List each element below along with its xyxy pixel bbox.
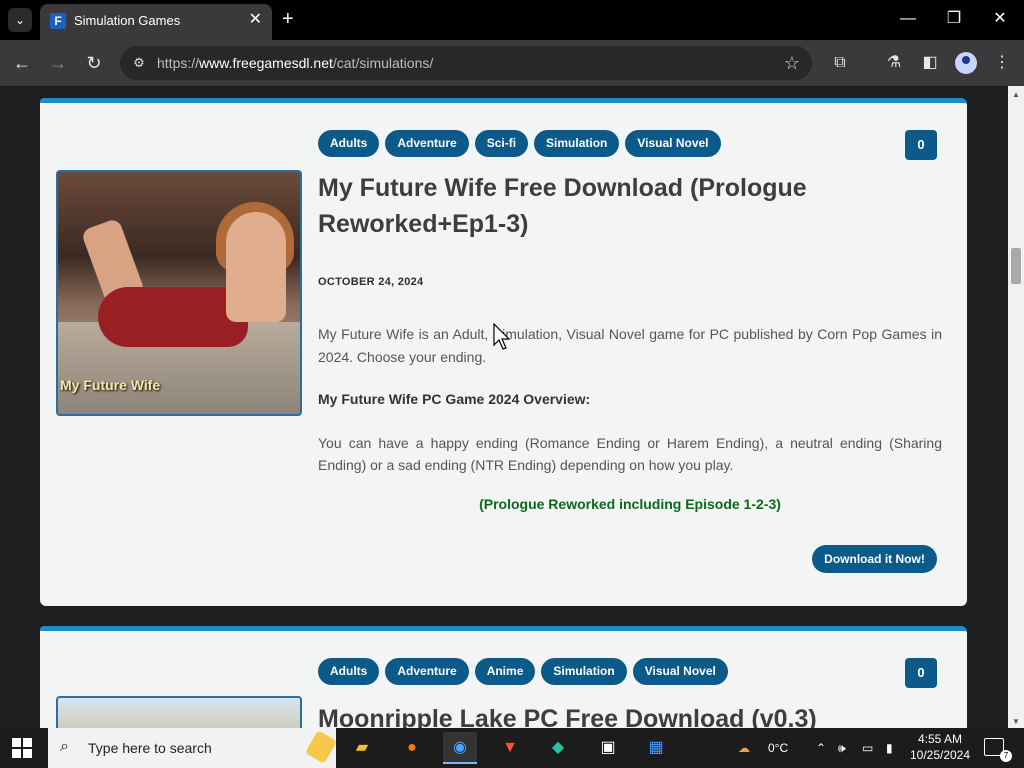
- back-button[interactable]: ←: [11, 52, 33, 74]
- scroll-down-arrow-icon[interactable]: ▼: [1012, 717, 1020, 726]
- brave-icon[interactable]: ▼: [493, 732, 527, 764]
- chrome-icon[interactable]: ◉: [443, 732, 477, 764]
- tag-adults[interactable]: Adults: [318, 130, 380, 157]
- tag-adventure[interactable]: Adventure: [385, 130, 469, 157]
- new-tab-button[interactable]: +: [282, 9, 294, 29]
- app-leaf-icon[interactable]: ◆: [541, 732, 575, 764]
- post-date: OCTOBER 24, 2024: [318, 276, 424, 288]
- tray-chevron-icon[interactable]: ⌃: [816, 740, 826, 756]
- page-viewport: Adults Adventure Sci-fi Simulation Visua…: [0, 86, 1008, 728]
- side-panel-icon[interactable]: ◧: [919, 52, 941, 74]
- system-clock[interactable]: 4:55 AM 10/25/2024: [902, 731, 978, 763]
- comment-count-badge[interactable]: 0: [905, 130, 937, 160]
- post-card: Adults Adventure Sci-fi Simulation Visua…: [40, 98, 967, 606]
- tab-title: Simulation Games: [74, 13, 181, 28]
- extensions-icon[interactable]: ⧉: [829, 52, 851, 74]
- post-description: My Future Wife is an Adult, Simulation, …: [318, 326, 942, 365]
- minimize-button[interactable]: —: [898, 10, 918, 28]
- episode-highlight: (Prologue Reworked including Episode 1-2…: [479, 496, 781, 512]
- overview-text: You can have a happy ending (Romance End…: [318, 435, 942, 473]
- tag-list: Adults Adventure Anime Simulation Visual…: [318, 658, 728, 685]
- address-bar[interactable]: ⚙ https://www.freegamesdl.net/cat/simula…: [120, 46, 812, 80]
- search-icon: ⌕: [60, 738, 69, 755]
- tab-close-icon[interactable]: ✕: [249, 12, 262, 28]
- windows-taskbar: ⌕ Type here to search ▰ ● ◉ ▼ ◆ ▣ ▦ ☁ 0°…: [0, 728, 1024, 768]
- tag-sci-fi[interactable]: Sci-fi: [474, 130, 529, 157]
- tag-adventure[interactable]: Adventure: [385, 658, 469, 685]
- firefox-icon[interactable]: ●: [395, 732, 429, 764]
- post-thumbnail[interactable]: My Future Wife: [56, 170, 302, 416]
- bookmark-star-icon[interactable]: ☆: [784, 53, 800, 73]
- site-info-icon[interactable]: ⚙: [130, 54, 148, 72]
- tag-visual-novel[interactable]: Visual Novel: [625, 130, 721, 157]
- clock-date: 10/25/2024: [909, 748, 971, 762]
- taskbar-search[interactable]: ⌕ Type here to search: [48, 728, 338, 768]
- post-title[interactable]: My Future Wife Free Download (Prologue R…: [318, 170, 918, 242]
- overview-heading: My Future Wife PC Game 2024 Overview:: [318, 391, 591, 407]
- menu-kebab-icon[interactable]: ⋮: [991, 52, 1013, 74]
- vertical-scrollbar[interactable]: ▲ ▼: [1008, 86, 1024, 728]
- labs-flask-icon[interactable]: ⚗: [883, 52, 905, 74]
- tag-list: Adults Adventure Sci-fi Simulation Visua…: [318, 130, 721, 157]
- tag-simulation[interactable]: Simulation: [541, 658, 627, 685]
- post-title[interactable]: Moonripple Lake PC Free Download (v0.3): [318, 701, 817, 728]
- browser-toolbar: ← → ↻ ⚙ https://www.freegamesdl.net/cat/…: [0, 40, 1024, 86]
- tag-adults[interactable]: Adults: [318, 658, 380, 685]
- restore-button[interactable]: ❐: [944, 10, 964, 28]
- notification-count-badge: 7: [1000, 750, 1012, 762]
- tag-anime[interactable]: Anime: [474, 658, 536, 685]
- tab-bar: ⌄ F Simulation Games ✕ + — ❐ ✕: [0, 0, 1024, 40]
- close-window-button[interactable]: ✕: [990, 10, 1010, 28]
- site-favicon-icon: F: [50, 13, 66, 29]
- volume-icon[interactable]: 🕪: [838, 740, 846, 756]
- tag-simulation[interactable]: Simulation: [534, 130, 620, 157]
- mouse-cursor-icon: [493, 323, 511, 350]
- comment-count-badge[interactable]: 0: [905, 658, 937, 688]
- scroll-thumb[interactable]: [1011, 248, 1021, 284]
- profile-avatar-icon[interactable]: [955, 52, 977, 74]
- thumbnail-caption: My Future Wife: [60, 377, 161, 393]
- search-placeholder: Type here to search: [88, 740, 212, 756]
- download-button[interactable]: Download it Now!: [812, 545, 937, 573]
- package-box-icon[interactable]: ▣: [591, 732, 625, 764]
- scroll-up-arrow-icon[interactable]: ▲: [1012, 90, 1020, 99]
- thumbnail-face: [226, 212, 286, 322]
- post-card: Adults Adventure Anime Simulation Visual…: [40, 626, 967, 728]
- network-icon[interactable]: ▭: [862, 740, 873, 756]
- forward-button[interactable]: →: [47, 52, 69, 74]
- file-explorer-icon[interactable]: ▰: [345, 732, 379, 764]
- search-highlight-icon: [304, 730, 338, 764]
- microsoft-store-icon[interactable]: ▦: [639, 732, 673, 764]
- reload-button[interactable]: ↻: [83, 52, 105, 74]
- clock-time: 4:55 AM: [917, 732, 963, 746]
- url-text[interactable]: https://www.freegamesdl.net/cat/simulati…: [157, 55, 433, 71]
- microphone-icon[interactable]: ▮: [886, 740, 893, 756]
- start-button[interactable]: [12, 738, 32, 758]
- tab-simulation-games[interactable]: F Simulation Games ✕: [40, 4, 272, 40]
- tab-search-menu-button[interactable]: ⌄: [8, 8, 32, 32]
- post-thumbnail[interactable]: [56, 696, 302, 728]
- weather-icon[interactable]: ☁: [738, 740, 750, 756]
- tag-visual-novel[interactable]: Visual Novel: [632, 658, 728, 685]
- weather-temperature[interactable]: 0°C: [768, 740, 788, 756]
